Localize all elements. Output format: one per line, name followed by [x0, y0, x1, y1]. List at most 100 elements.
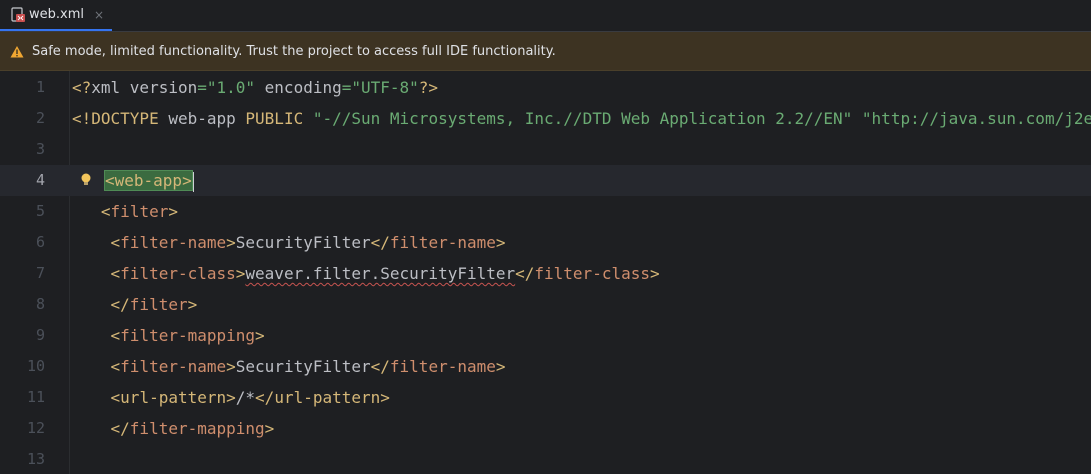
code-token: SecurityFilter — [235, 233, 371, 252]
code-text: <!DOCTYPE web-app PUBLIC "-//Sun Microsy… — [72, 103, 1091, 134]
line-number[interactable]: 7 — [0, 258, 45, 289]
code-text: <filter> — [72, 196, 178, 227]
code-token: "-//Sun Microsystems, Inc.//DTD Web Appl… — [312, 109, 853, 128]
code-text: <url-pattern>/*</url-pattern> — [72, 382, 390, 413]
code-line[interactable]: 11 <url-pattern>/*</url-pattern> — [0, 382, 1091, 413]
code-token: "http://java.sun.com/j2ee/dtds/web-app_2… — [861, 109, 1091, 128]
code-token: filter-class — [534, 264, 650, 283]
line-number[interactable]: 3 — [0, 134, 45, 165]
line-number[interactable]: 5 — [0, 196, 45, 227]
code-text: <?xml version="1.0" encoding="UTF-8"?> — [72, 72, 438, 103]
code-token: </ — [255, 388, 275, 407]
code-line[interactable]: 6 <filter-name>SecurityFilter</filter-na… — [0, 227, 1091, 258]
editor-tab-bar: web.xml × — [0, 0, 1091, 32]
line-number[interactable]: 11 — [0, 382, 45, 413]
code-token: < — [110, 388, 121, 407]
line-number[interactable]: 4 — [0, 165, 45, 196]
code-token: <!DOCTYPE — [72, 109, 159, 128]
code-token: > — [255, 326, 265, 345]
code-token: </ — [370, 357, 390, 376]
lightbulb-icon[interactable] — [79, 172, 93, 188]
code-token: > — [495, 233, 506, 252]
code-line[interactable]: 3 — [0, 134, 1091, 165]
code-token: web-app — [158, 109, 246, 128]
warning-icon — [10, 44, 24, 58]
code-token: ="UTF-8" — [341, 78, 419, 97]
line-number[interactable]: 12 — [0, 413, 45, 444]
code-line[interactable]: 2 <!DOCTYPE web-app PUBLIC "-//Sun Micros… — [0, 103, 1091, 134]
code-token: < — [110, 326, 121, 345]
code-token: filter-mapping — [120, 326, 256, 345]
code-token: < — [100, 202, 111, 221]
tab-web-xml[interactable]: web.xml × — [0, 0, 112, 31]
code-line[interactable]: 12 </filter-mapping> — [0, 413, 1091, 444]
code-token: filter-name — [120, 233, 227, 252]
line-number[interactable]: 1 — [0, 72, 45, 103]
code-token: filter — [110, 202, 169, 221]
code-token: filter-name — [389, 357, 496, 376]
line-number[interactable]: 6 — [0, 227, 45, 258]
code-token: PUBLIC — [245, 109, 313, 128]
code-token: </ — [110, 419, 130, 438]
code-token: xml version — [91, 78, 198, 97]
code-token: <? — [72, 78, 92, 97]
close-icon[interactable]: × — [94, 8, 104, 22]
code-text: <web-app> — [104, 165, 194, 196]
code-token: encoding — [255, 78, 342, 97]
code-token: > — [226, 388, 236, 407]
code-token: > — [168, 202, 178, 221]
code-token: < — [110, 233, 121, 252]
code-line[interactable]: 8 </filter> — [0, 289, 1091, 320]
code-text: <filter-name>SecurityFilter</filter-name… — [72, 351, 506, 382]
code-token: > — [495, 357, 506, 376]
code-token: filter-name — [120, 357, 227, 376]
code-token: filter-class — [120, 264, 236, 283]
code-token: filter-mapping — [129, 419, 265, 438]
code-token: < — [110, 264, 121, 283]
code-text: <filter-class>weaver.filter.SecurityFilt… — [72, 258, 660, 289]
code-token: /* — [235, 388, 256, 407]
code-line[interactable]: 4 <web-app> — [0, 165, 1091, 196]
code-token: > — [380, 388, 390, 407]
text-caret — [192, 171, 194, 192]
code-text: </filter-mapping> — [72, 413, 275, 444]
code-token: weaver.filter.SecurityFilter — [245, 264, 516, 283]
code-text: <filter-mapping> — [72, 320, 265, 351]
code-line[interactable]: 13 — [0, 444, 1091, 474]
line-number[interactable]: 13 — [0, 444, 45, 474]
xml-file-icon — [10, 6, 26, 23]
line-number[interactable]: 8 — [0, 289, 45, 320]
code-line[interactable]: 10 <filter-name>SecurityFilter</filter-n… — [0, 351, 1091, 382]
line-number[interactable]: 2 — [0, 103, 45, 134]
code-token: SecurityFilter — [235, 357, 371, 376]
line-number[interactable]: 10 — [0, 351, 45, 382]
code-line[interactable]: 1 <?xml version="1.0" encoding="UTF-8"?> — [0, 72, 1091, 103]
code-token: </ — [110, 295, 130, 314]
code-token: > — [264, 419, 275, 438]
safe-mode-banner: Safe mode, limited functionality. Trust … — [0, 32, 1091, 71]
code-token: > — [226, 233, 236, 252]
code-token: ?> — [418, 78, 439, 97]
code-token: url-pattern — [274, 388, 381, 407]
code-token: filter-name — [389, 233, 496, 252]
code-text: </filter> — [72, 289, 198, 320]
code-token: ="1.0" — [197, 78, 256, 97]
code-token: url-pattern — [120, 388, 227, 407]
code-token: < — [110, 357, 121, 376]
code-line[interactable]: 9 <filter-mapping> — [0, 320, 1091, 351]
code-editor[interactable]: 1 <?xml version="1.0" encoding="UTF-8"?> 2… — [0, 71, 1091, 474]
code-line[interactable]: 7 <filter-class>weaver.filter.SecurityFi… — [0, 258, 1091, 289]
code-token: > — [649, 264, 660, 283]
line-number[interactable]: 9 — [0, 320, 45, 351]
code-text: <filter-name>SecurityFilter</filter-name… — [72, 227, 506, 258]
code-token: > — [187, 295, 198, 314]
code-line[interactable]: 5 <filter> — [0, 196, 1091, 227]
